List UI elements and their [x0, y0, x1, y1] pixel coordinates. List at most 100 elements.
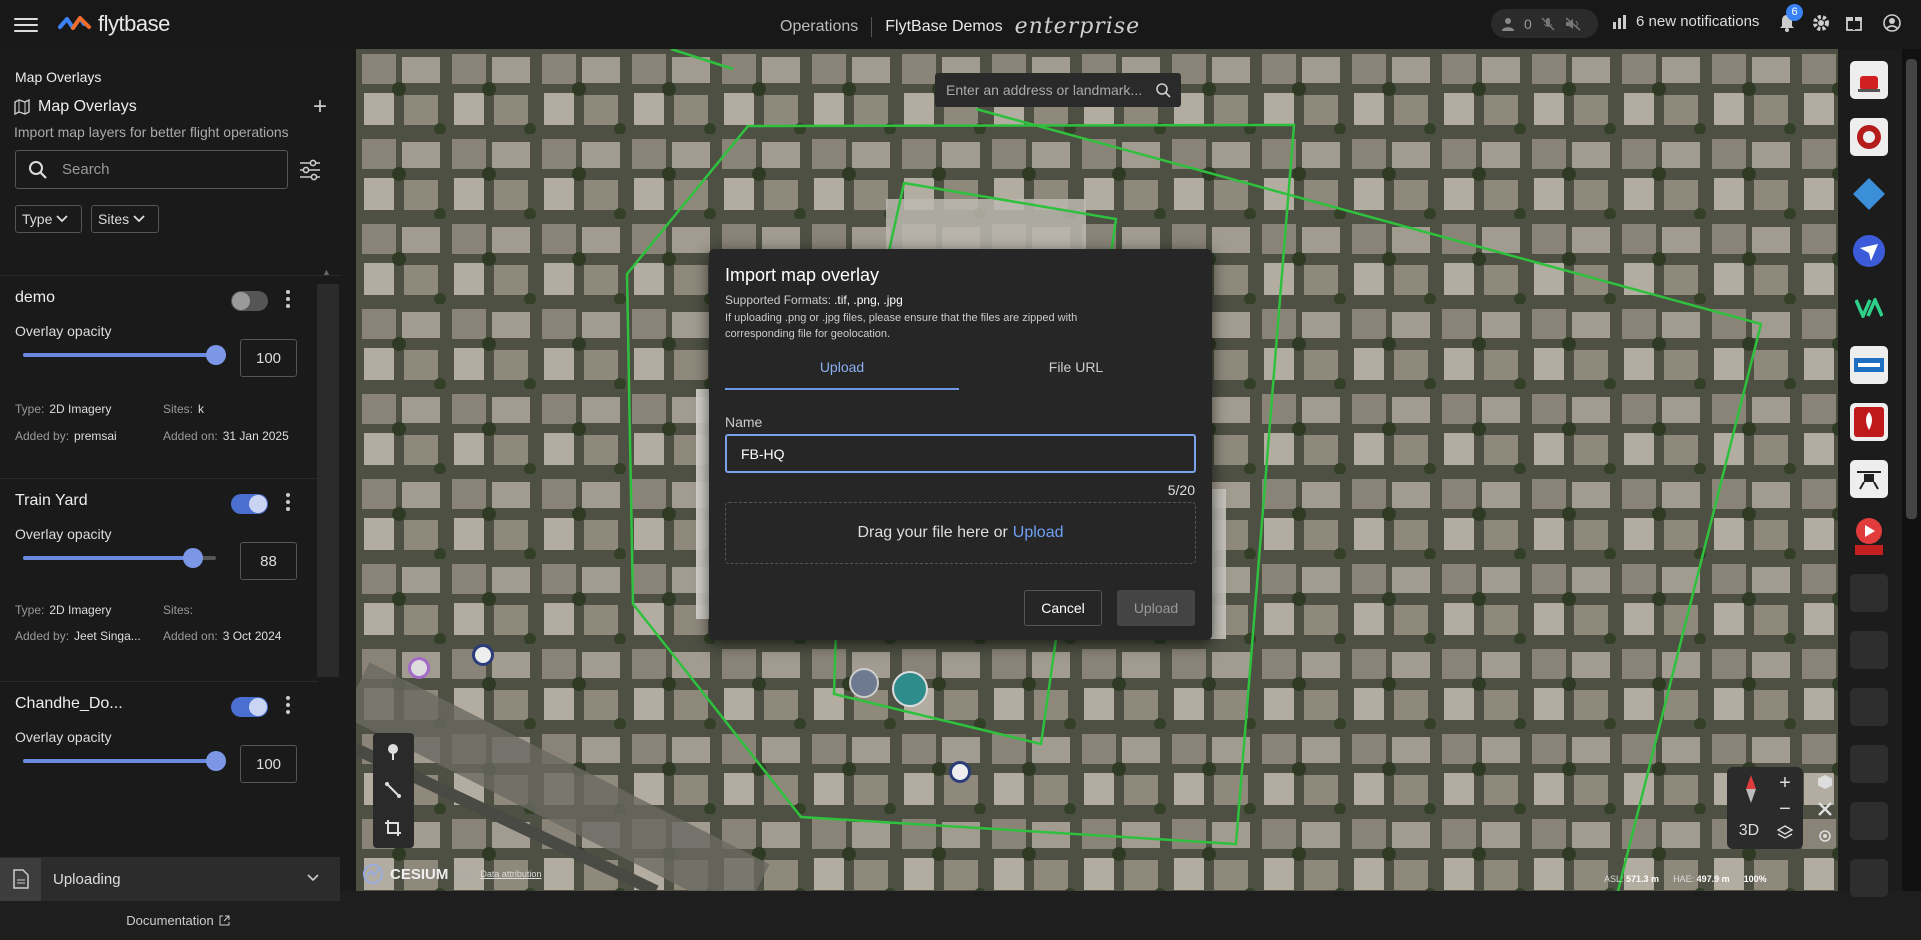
asl-readout: ASL: 571.3 m [1604, 874, 1660, 884]
import-map-overlay-dialog: Import map overlay Supported Formats: .ti… [709, 249, 1212, 640]
map-side-tools [1811, 770, 1839, 850]
overlay-visibility-toggle[interactable] [231, 697, 268, 717]
map-marker[interactable] [408, 657, 430, 679]
zoom-in-button[interactable]: + [1775, 772, 1795, 794]
line-tool-icon[interactable] [382, 779, 404, 801]
documentation-link[interactable]: Documentation [0, 901, 356, 940]
dropzone-text: Drag your file here or [857, 524, 1008, 541]
cube-icon[interactable] [1817, 774, 1833, 790]
map-marker[interactable] [949, 761, 971, 783]
fire-app-icon[interactable] [1850, 403, 1888, 441]
name-input[interactable] [741, 445, 1181, 462]
search-icon[interactable] [1155, 82, 1171, 98]
chevron-down-icon[interactable] [306, 873, 320, 883]
app-slot-placeholder[interactable] [1850, 688, 1888, 726]
hamburger-menu-icon[interactable] [14, 14, 38, 34]
fire-alarm-icon[interactable] [1850, 118, 1888, 156]
upload-progress-panel[interactable]: Uploading [0, 857, 340, 901]
overlay-opacity-label: Overlay opacity [15, 729, 112, 745]
diamond-app-icon[interactable] [1850, 175, 1888, 213]
send-app-icon[interactable] [1850, 232, 1888, 270]
view-mode-toggle[interactable]: 3D [1733, 819, 1765, 843]
app-slot-placeholder[interactable] [1850, 631, 1888, 669]
account-icon[interactable] [1882, 13, 1902, 33]
chevron-down-icon [56, 215, 68, 223]
cesium-logo-icon [363, 864, 383, 884]
overlay-name: Train Yard [15, 492, 88, 509]
cancel-button[interactable]: Cancel [1024, 590, 1102, 626]
overlay-search[interactable] [15, 150, 288, 189]
map-overlays-sidebar: Map Overlays Map Overlays + Import map l… [0, 49, 356, 928]
org-name[interactable]: FlytBase Demos [885, 18, 1002, 36]
app-slot-placeholder[interactable] [1850, 745, 1888, 783]
map-layers-icon [14, 99, 30, 115]
tab-upload[interactable]: Upload [725, 359, 959, 390]
va-app-icon[interactable] [1850, 289, 1888, 327]
overlay-more-icon[interactable] [282, 490, 294, 514]
overlay-name: Chandhe_Do... [15, 695, 123, 712]
app-slot-placeholder[interactable] [1850, 859, 1888, 897]
hae-readout: HAE: 497.9 m [1673, 874, 1730, 884]
dropzone-upload-link[interactable]: Upload [1013, 524, 1064, 542]
notifications-summary[interactable]: 6 new notifications [1612, 13, 1759, 30]
search-input[interactable] [62, 161, 262, 178]
gear-icon[interactable] [1811, 13, 1831, 33]
user-icon [1502, 17, 1514, 31]
name-field[interactable] [725, 434, 1196, 473]
siren-icon[interactable] [1850, 61, 1888, 99]
opacity-input[interactable]: 88 [240, 542, 297, 580]
file-dropzone[interactable]: Drag your file here or Upload [725, 502, 1196, 564]
app-slot-placeholder[interactable] [1850, 574, 1888, 612]
opacity-input[interactable]: 100 [240, 339, 297, 377]
tab-file-url[interactable]: File URL [959, 359, 1193, 390]
map-marker[interactable] [472, 644, 494, 666]
address-search-input[interactable] [946, 82, 1146, 98]
status-pill[interactable]: 0 [1491, 9, 1598, 38]
filter-settings-icon[interactable] [299, 159, 321, 181]
overlay-type: Type: 2D Imagery [15, 603, 112, 617]
map-address-search[interactable] [935, 73, 1181, 107]
documentation-label: Documentation [126, 913, 214, 928]
opacity-slider[interactable] [23, 548, 216, 568]
opacity-slider[interactable] [23, 751, 226, 771]
locate-icon[interactable] [1817, 828, 1833, 844]
app-slot-placeholder[interactable] [1850, 802, 1888, 840]
live-stream-icon[interactable] [1850, 517, 1888, 555]
flytbase-logo[interactable]: flytbase [58, 11, 170, 37]
sites-filter-dropdown[interactable]: Sites [91, 205, 159, 233]
pin-tool-icon[interactable] [382, 741, 404, 763]
users-count: 0 [1524, 15, 1532, 32]
gift-icon[interactable] [1845, 13, 1863, 31]
upload-button[interactable]: Upload [1117, 590, 1195, 626]
data-attribution-link[interactable]: Data attribution [480, 869, 541, 879]
overlay-visibility-toggle[interactable] [231, 494, 268, 514]
add-overlay-button[interactable]: + [313, 93, 327, 121]
overlay-more-icon[interactable] [282, 287, 294, 311]
zoom-out-button[interactable]: − [1775, 798, 1795, 820]
compass-icon[interactable] [1741, 775, 1761, 803]
notification-badge: 6 [1786, 4, 1803, 21]
zoom-readout: 100% [1743, 874, 1767, 884]
flytbase-logo-icon [58, 16, 91, 30]
drone-app-icon[interactable] [1850, 460, 1888, 498]
opacity-input[interactable]: 100 [240, 745, 297, 783]
fullscreen-icon[interactable] [1817, 801, 1833, 817]
opacity-slider[interactable] [23, 345, 226, 365]
genetec-icon[interactable] [1850, 346, 1888, 384]
overlay-more-icon[interactable] [282, 693, 294, 717]
mic-muted-icon[interactable] [1540, 16, 1556, 32]
overlay-sites: Sites: k [163, 402, 205, 416]
nav-operations[interactable]: Operations [780, 18, 858, 36]
layers-icon[interactable] [1775, 823, 1795, 843]
supported-formats: Supported Formats: .tif, .png, .jpg [725, 293, 903, 307]
crop-tool-icon[interactable] [382, 817, 404, 839]
overlay-opacity-label: Overlay opacity [15, 526, 112, 542]
type-filter-dropdown[interactable]: Type [15, 205, 82, 233]
speaker-muted-icon[interactable] [1564, 16, 1582, 32]
plan-badge: enterprise [1014, 14, 1141, 39]
drone-dock-icon[interactable] [892, 671, 928, 707]
dock-shield-icon[interactable] [849, 668, 879, 698]
sites-filter-label: Sites [98, 211, 130, 227]
overlay-visibility-toggle[interactable] [231, 291, 268, 311]
apps-scroll-thumb[interactable] [1906, 59, 1917, 519]
